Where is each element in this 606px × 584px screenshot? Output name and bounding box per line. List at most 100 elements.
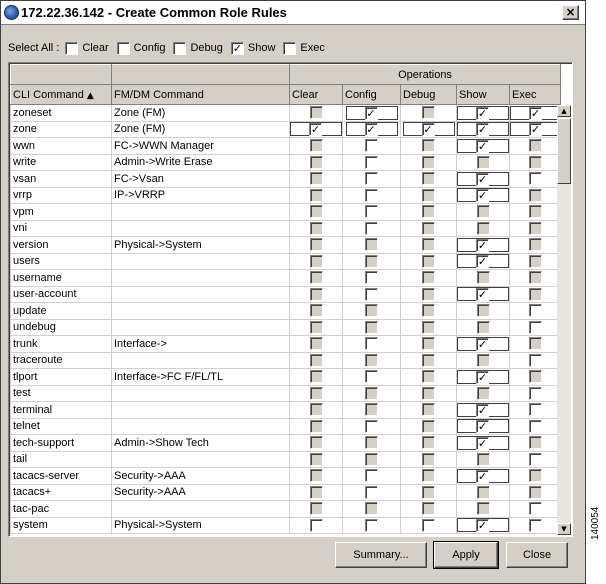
- show-checkbox[interactable]: ✓: [476, 106, 489, 120]
- select-all-show[interactable]: ✓ Show: [230, 41, 275, 55]
- table-row[interactable]: traceroute: [10, 351, 562, 369]
- show-checkbox[interactable]: ✓: [476, 519, 489, 533]
- config-checkbox[interactable]: [365, 287, 378, 301]
- table-row[interactable]: user-account ✓: [10, 285, 562, 303]
- exec-checkbox[interactable]: [528, 403, 542, 417]
- config-checkbox[interactable]: [365, 271, 378, 285]
- config-checkbox[interactable]: [365, 155, 378, 169]
- table-row[interactable]: zoneset Zone (FM) ✓ ✓ ✓: [10, 104, 562, 122]
- show-checkbox[interactable]: ✓: [476, 436, 489, 450]
- show-checkbox[interactable]: ✓: [476, 238, 489, 252]
- exec-checkbox[interactable]: [528, 518, 542, 532]
- column-header-show[interactable]: Show: [456, 84, 510, 105]
- table-row[interactable]: vpm: [10, 203, 562, 221]
- table-row[interactable]: system Physical->System ✓: [10, 516, 562, 534]
- exec-checkbox[interactable]: [528, 419, 542, 433]
- config-checkbox[interactable]: [365, 469, 378, 483]
- table-row[interactable]: undebug: [10, 318, 562, 336]
- table-row[interactable]: tacacs+ Security->AAA: [10, 483, 562, 501]
- column-header-fmdm-command[interactable]: FM/DM Command: [111, 84, 290, 105]
- window-close-button[interactable]: ×: [562, 5, 579, 20]
- clear-checkbox[interactable]: ✓: [309, 123, 322, 137]
- select-all-config-checkbox[interactable]: [116, 41, 130, 55]
- show-checkbox[interactable]: ✓: [476, 172, 489, 186]
- table-row[interactable]: tac-pac: [10, 500, 562, 518]
- select-all-debug[interactable]: Debug: [173, 41, 223, 55]
- table-row[interactable]: write Admin->Write Erase: [10, 153, 562, 171]
- select-all-clear[interactable]: Clear: [65, 41, 109, 55]
- show-checkbox[interactable]: ✓: [476, 139, 489, 153]
- scroll-down-arrow-icon[interactable]: ▼: [557, 523, 571, 535]
- table-row[interactable]: users ✓: [10, 252, 562, 270]
- apply-button[interactable]: Apply: [433, 541, 499, 569]
- show-checkbox[interactable]: ✓: [476, 123, 489, 137]
- config-checkbox[interactable]: [365, 139, 378, 153]
- scrollbar-thumb[interactable]: [557, 118, 571, 184]
- table-row[interactable]: tacacs-server Security->AAA ✓: [10, 467, 562, 485]
- show-checkbox[interactable]: ✓: [476, 370, 489, 384]
- vertical-scrollbar[interactable]: ▲ ▼: [557, 105, 571, 535]
- column-header-debug[interactable]: Debug: [400, 84, 457, 105]
- table-row[interactable]: vsan FC->Vsan ✓: [10, 170, 562, 188]
- table-row[interactable]: version Physical->System ✓: [10, 236, 562, 254]
- close-button[interactable]: Close: [506, 542, 568, 568]
- table-row[interactable]: zone Zone (FM) ✓ ✓ ✓ ✓ ✓: [10, 120, 562, 138]
- exec-checkbox[interactable]: [528, 172, 542, 186]
- debug-checkbox[interactable]: [422, 518, 435, 532]
- select-all-exec-checkbox[interactable]: [283, 41, 297, 55]
- exec-checkbox[interactable]: ✓: [529, 106, 542, 120]
- config-checkbox[interactable]: [365, 518, 378, 532]
- exec-checkbox[interactable]: [528, 502, 542, 516]
- summary-button[interactable]: Summary...: [335, 542, 427, 568]
- config-checkbox[interactable]: [365, 221, 378, 235]
- table-row[interactable]: tech-support Admin->Show Tech ✓: [10, 434, 562, 452]
- table-row[interactable]: update: [10, 302, 562, 320]
- table-row[interactable]: vrrp IP->VRRP ✓: [10, 186, 562, 204]
- config-checkbox[interactable]: [365, 205, 378, 219]
- config-checkbox[interactable]: ✓: [364, 123, 378, 137]
- table-row[interactable]: test: [10, 384, 562, 402]
- clear-checkbox[interactable]: [309, 518, 323, 532]
- column-header-config[interactable]: Config: [342, 84, 401, 105]
- select-all-config[interactable]: Config: [116, 41, 165, 55]
- column-header-clear[interactable]: Clear: [289, 84, 343, 105]
- show-checkbox[interactable]: ✓: [476, 420, 489, 434]
- table-row[interactable]: telnet ✓: [10, 417, 562, 435]
- title-bar[interactable]: 172.22.36.142 - Create Common Role Rules…: [1, 1, 585, 25]
- show-checkbox[interactable]: ✓: [476, 255, 489, 269]
- show-checkbox[interactable]: ✓: [476, 403, 489, 417]
- table-row[interactable]: tlport Interface->FC F/FL/TL ✓: [10, 368, 562, 386]
- config-checkbox[interactable]: [365, 188, 378, 202]
- config-checkbox[interactable]: ✓: [364, 106, 378, 120]
- select-all-show-checkbox[interactable]: ✓: [230, 41, 244, 55]
- config-checkbox[interactable]: [365, 370, 378, 384]
- table-row[interactable]: username: [10, 269, 562, 287]
- table-row[interactable]: vni: [10, 219, 562, 237]
- exec-checkbox[interactable]: [528, 304, 542, 318]
- table-row[interactable]: wwn FC->WWN Manager ✓: [10, 137, 562, 155]
- exec-checkbox[interactable]: [528, 386, 542, 400]
- table-row[interactable]: terminal ✓: [10, 401, 562, 419]
- table-row[interactable]: tail: [10, 450, 562, 468]
- show-checkbox[interactable]: ✓: [476, 189, 489, 203]
- column-header-exec[interactable]: Exec: [508, 84, 562, 105]
- table-row[interactable]: trunk Interface-> ✓: [10, 335, 562, 353]
- scroll-up-arrow-icon[interactable]: ▲: [557, 105, 571, 117]
- config-checkbox[interactable]: [365, 485, 378, 499]
- column-header-cli-command[interactable]: CLI Command ▲: [10, 84, 112, 105]
- config-checkbox[interactable]: [365, 172, 378, 186]
- exec-cell: [508, 434, 562, 452]
- exec-checkbox[interactable]: [528, 353, 542, 367]
- select-all-clear-checkbox[interactable]: [65, 41, 79, 55]
- show-checkbox[interactable]: ✓: [476, 288, 489, 302]
- select-all-exec[interactable]: Exec: [283, 41, 325, 55]
- exec-checkbox[interactable]: [528, 452, 542, 466]
- select-all-debug-checkbox[interactable]: [173, 41, 187, 55]
- debug-checkbox[interactable]: ✓: [421, 123, 435, 137]
- show-checkbox[interactable]: ✓: [476, 337, 489, 351]
- config-checkbox[interactable]: [365, 337, 378, 351]
- show-checkbox[interactable]: ✓: [476, 469, 489, 483]
- exec-checkbox[interactable]: ✓: [529, 123, 542, 137]
- exec-checkbox[interactable]: [528, 320, 542, 334]
- config-checkbox[interactable]: [365, 419, 378, 433]
